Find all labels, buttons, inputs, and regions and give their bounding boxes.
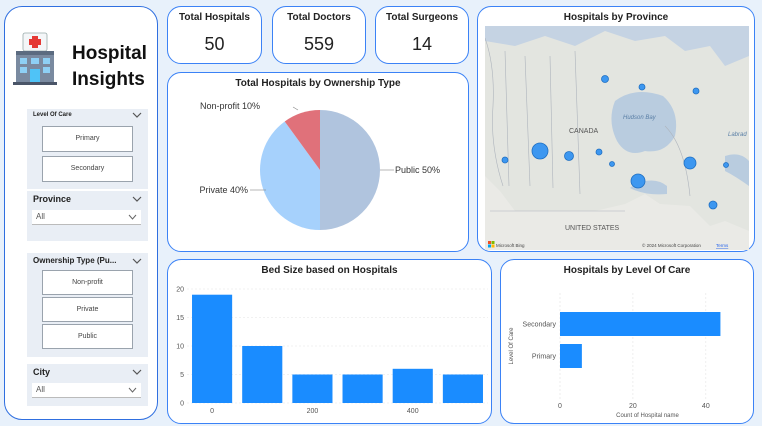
kpi-value: 559 — [303, 34, 335, 54]
y-tick-label: 20 — [176, 287, 184, 294]
city-selected: All — [36, 385, 45, 394]
map-bubble[interactable] — [564, 151, 574, 161]
bar[interactable] — [442, 374, 483, 404]
map-bubble[interactable] — [601, 75, 609, 83]
x-tick-label: 40 — [702, 403, 710, 410]
map-bubble[interactable] — [595, 148, 603, 156]
chevron-down-icon[interactable] — [132, 368, 142, 376]
ownership-pie-chart[interactable]: Public 50% Private 40% Non-profit 10% — [168, 73, 470, 253]
province-selected: All — [36, 212, 45, 221]
bar-primary[interactable] — [560, 344, 582, 368]
map-bubble[interactable] — [630, 173, 646, 189]
map-bubble[interactable] — [683, 156, 697, 170]
map-bubble[interactable] — [638, 83, 646, 91]
x-tick-label: 0 — [210, 408, 214, 415]
pie-label: Public 50% — [395, 165, 440, 175]
kpi-total-doctors: Total Doctors 559 — [272, 6, 366, 64]
ownership-type-title: Ownership Type (Pu... — [33, 256, 117, 265]
x-tick-label: 0 — [558, 403, 562, 410]
map-bubble[interactable] — [501, 156, 509, 164]
level-of-care-title: Level Of Care — [33, 112, 72, 118]
x-axis-title: Count of Hospital name — [616, 413, 679, 419]
us-label: UNITED STATES — [565, 225, 620, 232]
x-tick-label: 200 — [307, 408, 319, 415]
map-title: Hospitals by Province — [563, 12, 669, 23]
y-tick-label: 0 — [180, 401, 184, 408]
chevron-down-icon — [128, 214, 137, 220]
level-option-primary[interactable]: Primary — [42, 126, 133, 152]
x-tick-label: 400 — [407, 408, 419, 415]
y-tick-label: 10 — [176, 344, 184, 351]
map-brand: Microsoft Bing — [496, 243, 525, 248]
city-slicer: City All — [27, 364, 148, 406]
kpi-title: Total Surgeons — [385, 12, 459, 23]
bed-size-card: Bed Size based on Hospitals 0 5 10 15 20 0 200… — [167, 259, 492, 424]
ownership-option-public[interactable]: Public — [42, 324, 133, 349]
kpi-value: 14 — [411, 34, 433, 54]
canada-label: CANADA — [569, 128, 599, 135]
pie-slice-public[interactable] — [320, 110, 380, 230]
chevron-down-icon[interactable] — [132, 111, 142, 119]
y-axis-title: Level Of Care — [509, 327, 515, 365]
province-map[interactable]: CANADA Hudson Bay Labrad UNITED STATES M… — [485, 26, 749, 250]
y-tick-label: Primary — [532, 354, 557, 361]
map-bubble[interactable] — [531, 142, 549, 160]
map-copyright: © 2024 Microsoft Corporation — [642, 242, 701, 248]
chevron-down-icon[interactable] — [132, 195, 142, 203]
province-slicer: Province All — [27, 191, 148, 241]
kpi-total-hospitals: Total Hospitals 50 — [167, 6, 262, 64]
y-tick-label: 15 — [176, 315, 184, 322]
bar[interactable] — [292, 374, 333, 404]
kpi-title: Total Doctors — [287, 12, 351, 23]
map-bubble[interactable] — [692, 87, 700, 95]
bar[interactable] — [342, 374, 383, 404]
level-of-care-slicer: Level Of Care Primary Secondary — [27, 109, 148, 189]
level-of-care-card: Hospitals by Level Of Care 0 20 40 Secondar… — [500, 259, 754, 424]
bar[interactable] — [392, 368, 433, 403]
kpi-value: 50 — [204, 34, 225, 54]
chevron-down-icon — [128, 387, 137, 393]
map-card: Hospitals by Province CANADA Hudson Bay … — [477, 6, 755, 252]
ownership-pie-card: Total Hospitals by Ownership Type Public… — [167, 72, 469, 252]
kpi-title: Total Hospitals — [179, 12, 250, 23]
hudson-bay — [611, 92, 677, 154]
bed-size-bar-chart[interactable]: 051015200 200 400 — [168, 260, 493, 425]
ownership-option-private[interactable]: Private — [42, 297, 133, 322]
city-title: City — [33, 367, 51, 377]
city-dropdown[interactable]: All — [32, 383, 141, 398]
level-option-secondary[interactable]: Secondary — [42, 156, 133, 182]
province-title: Province — [33, 194, 72, 204]
y-tick-label: 5 — [180, 372, 184, 379]
map-bubble[interactable] — [609, 161, 615, 167]
ownership-option-non-profit[interactable]: Non-profit — [42, 270, 133, 295]
level-of-care-bar-chart[interactable]: 0 20 40 Secondary Primary Count of Hospital n… — [501, 260, 755, 425]
filter-sidebar: Hospital Insights Level Of Care Primary … — [4, 6, 158, 420]
labrador-label: Labrad — [728, 132, 747, 138]
pie-label: Private 40% — [199, 185, 248, 195]
province-dropdown[interactable]: All — [32, 210, 141, 225]
hudson-bay-label: Hudson Bay — [623, 115, 657, 121]
hospital-logo-icon — [13, 31, 57, 87]
pie-leader-line — [292, 106, 299, 111]
map-bubble[interactable] — [708, 200, 718, 210]
pie-label: Non-profit 10% — [200, 101, 260, 111]
ownership-type-slicer: Ownership Type (Pu... Non-profit Private… — [27, 253, 148, 357]
app-title: Hospital Insights — [72, 43, 147, 90]
bar[interactable] — [242, 346, 283, 403]
x-tick-label: 20 — [629, 403, 637, 410]
y-tick-label: Secondary — [523, 322, 557, 329]
bar[interactable] — [192, 294, 233, 403]
map-terms-link[interactable]: Terms — [716, 243, 729, 248]
map-bubble[interactable] — [723, 162, 729, 168]
chevron-down-icon[interactable] — [132, 257, 142, 265]
kpi-total-surgeons: Total Surgeons 14 — [375, 6, 469, 64]
bar-secondary[interactable] — [560, 312, 721, 336]
